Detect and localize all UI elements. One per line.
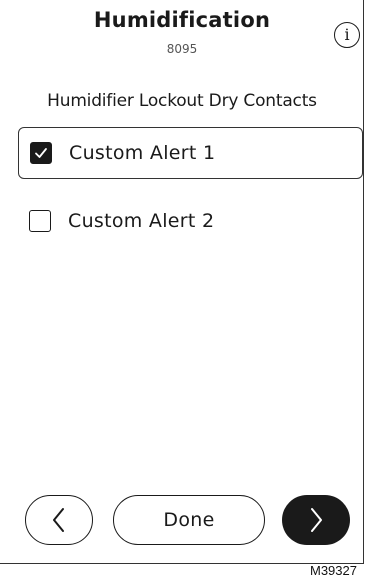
option-custom-alert-2[interactable]: Custom Alert 2 — [18, 195, 363, 247]
thermostat-screen: Humidification 8095 i Humidifier Lockout… — [0, 0, 364, 564]
chevron-right-icon — [311, 508, 322, 532]
option-custom-alert-1[interactable]: Custom Alert 1 — [18, 127, 363, 179]
done-button[interactable]: Done — [113, 495, 265, 545]
page-title: Humidification — [93, 8, 271, 32]
checkbox-unchecked-icon[interactable] — [29, 210, 51, 232]
figure-code: M39327 — [310, 563, 357, 578]
section-heading: Humidifier Lockout Dry Contacts — [47, 91, 317, 111]
info-glyph: i — [344, 25, 350, 44]
back-button[interactable] — [25, 495, 93, 545]
next-button[interactable] — [282, 495, 350, 545]
info-icon[interactable]: i — [334, 22, 360, 48]
option-label: Custom Alert 1 — [69, 142, 216, 164]
option-label: Custom Alert 2 — [68, 210, 215, 232]
checkbox-checked-icon[interactable] — [30, 142, 52, 164]
chevron-left-icon — [53, 508, 64, 532]
page-subtitle: 8095 — [166, 42, 198, 56]
